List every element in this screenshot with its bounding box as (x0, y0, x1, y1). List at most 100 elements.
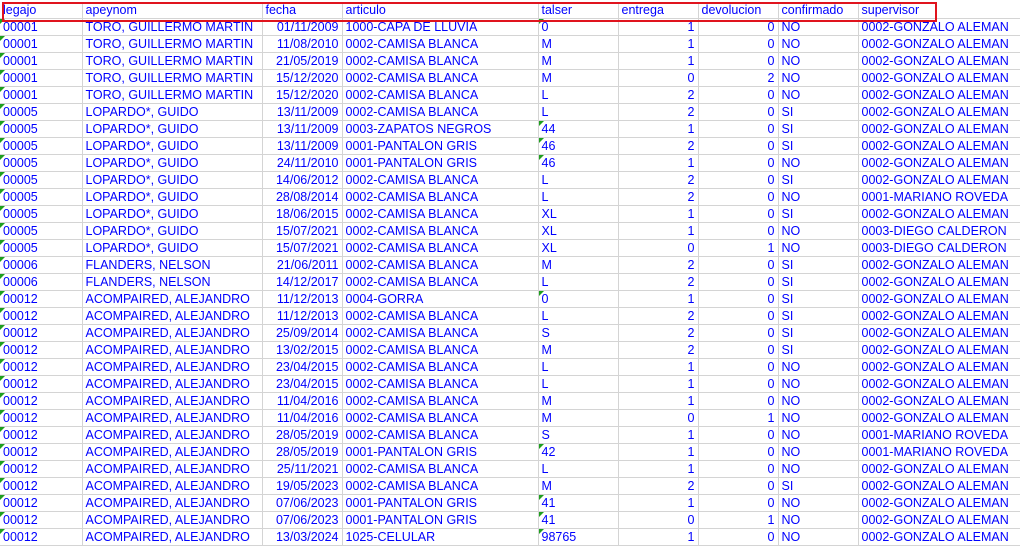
cell-confirmado[interactable]: NO (778, 443, 859, 461)
cell-fecha[interactable]: 13/03/2024 (262, 528, 343, 546)
table-row[interactable]: 00001 TORO, GUILLERMO MARTIN 11/08/2010 000… (0, 35, 1020, 53)
cell-devolucion[interactable]: 0 (698, 103, 779, 121)
cell-supervisor[interactable]: 0001-MARIANO ROVEDA (858, 426, 1020, 444)
cell-confirmado[interactable]: SI (778, 290, 859, 308)
cell-legajo[interactable]: 00012 (0, 511, 83, 529)
cell-devolucion[interactable]: 1 (698, 511, 779, 529)
cell-articulo[interactable]: 0002-CAMISA BLANCA (342, 205, 539, 223)
cell-talser[interactable]: 98765 (538, 528, 619, 546)
cell-fecha[interactable]: 15/12/2020 (262, 69, 343, 87)
cell-legajo[interactable]: 00012 (0, 358, 83, 376)
table-row[interactable]: 00012 ACOMPAIRED, ALEJANDRO 23/04/2015 0002… (0, 358, 1020, 376)
cell-supervisor[interactable]: 0002-GONZALO ALEMAN (858, 18, 1020, 36)
table-row[interactable]: 00005 LOPARDO*, GUIDO 13/11/2009 0001-PANTA… (0, 137, 1020, 155)
cell-entrega[interactable]: 0 (618, 409, 699, 427)
cell-fecha[interactable]: 23/04/2015 (262, 375, 343, 393)
cell-entrega[interactable]: 0 (618, 511, 699, 529)
cell-confirmado[interactable]: SI (778, 171, 859, 189)
table-row[interactable]: 00006 FLANDERS, NELSON 21/06/2011 0002-CAMI… (0, 256, 1020, 274)
table-row[interactable]: 00012 ACOMPAIRED, ALEJANDRO 07/06/2023 0001… (0, 494, 1020, 512)
cell-legajo[interactable]: 00005 (0, 137, 83, 155)
cell-legajo[interactable]: 00006 (0, 273, 83, 291)
cell-confirmado[interactable]: NO (778, 460, 859, 478)
cell-legajo[interactable]: 00012 (0, 426, 83, 444)
cell-articulo[interactable]: 0002-CAMISA BLANCA (342, 358, 539, 376)
cell-articulo[interactable]: 0002-CAMISA BLANCA (342, 307, 539, 325)
cell-devolucion[interactable]: 0 (698, 18, 779, 36)
cell-articulo[interactable]: 0002-CAMISA BLANCA (342, 35, 539, 53)
cell-legajo[interactable]: 00005 (0, 188, 83, 206)
cell-articulo[interactable]: 0002-CAMISA BLANCA (342, 239, 539, 257)
cell-fecha[interactable]: 11/08/2010 (262, 35, 343, 53)
cell-entrega[interactable]: 2 (618, 341, 699, 359)
cell-talser[interactable]: M (538, 477, 619, 495)
cell-fecha[interactable]: 11/12/2013 (262, 290, 343, 308)
cell-apeynom[interactable]: ACOMPAIRED, ALEJANDRO (82, 443, 263, 461)
cell-entrega[interactable]: 2 (618, 103, 699, 121)
table-row[interactable]: 00005 LOPARDO*, GUIDO 13/11/2009 0002-CAMIS… (0, 103, 1020, 121)
cell-entrega[interactable]: 1 (618, 460, 699, 478)
cell-apeynom[interactable]: FLANDERS, NELSON (82, 273, 263, 291)
cell-articulo[interactable]: 0002-CAMISA BLANCA (342, 86, 539, 104)
column-header-confirmado[interactable]: confirmado (778, 2, 859, 19)
cell-entrega[interactable]: 1 (618, 443, 699, 461)
cell-supervisor[interactable]: 0002-GONZALO ALEMAN (858, 86, 1020, 104)
table-row[interactable]: 00005 LOPARDO*, GUIDO 18/06/2015 0002-CAMIS… (0, 205, 1020, 223)
column-header-articulo[interactable]: articulo (342, 2, 539, 19)
cell-apeynom[interactable]: LOPARDO*, GUIDO (82, 205, 263, 223)
cell-apeynom[interactable]: ACOMPAIRED, ALEJANDRO (82, 375, 263, 393)
cell-devolucion[interactable]: 0 (698, 154, 779, 172)
cell-talser[interactable]: 0 (538, 18, 619, 36)
cell-fecha[interactable]: 01/11/2009 (262, 18, 343, 36)
cell-supervisor[interactable]: 0002-GONZALO ALEMAN (858, 120, 1020, 138)
cell-confirmado[interactable]: NO (778, 52, 859, 70)
cell-articulo[interactable]: 0002-CAMISA BLANCA (342, 69, 539, 87)
cell-confirmado[interactable]: NO (778, 69, 859, 87)
table-row[interactable]: 00005 LOPARDO*, GUIDO 15/07/2021 0002-CAMIS… (0, 222, 1020, 240)
cell-fecha[interactable]: 14/06/2012 (262, 171, 343, 189)
cell-fecha[interactable]: 23/04/2015 (262, 358, 343, 376)
cell-articulo[interactable]: 0002-CAMISA BLANCA (342, 341, 539, 359)
table-row[interactable]: 00005 LOPARDO*, GUIDO 13/11/2009 0003-ZAPAT… (0, 120, 1020, 138)
column-header-apeynom[interactable]: apeynom (82, 2, 263, 19)
cell-fecha[interactable]: 13/11/2009 (262, 137, 343, 155)
cell-apeynom[interactable]: TORO, GUILLERMO MARTIN (82, 69, 263, 87)
cell-articulo[interactable]: 0002-CAMISA BLANCA (342, 188, 539, 206)
cell-apeynom[interactable]: LOPARDO*, GUIDO (82, 154, 263, 172)
cell-entrega[interactable]: 2 (618, 324, 699, 342)
cell-talser[interactable]: M (538, 256, 619, 274)
cell-legajo[interactable]: 00006 (0, 256, 83, 274)
cell-legajo[interactable]: 00012 (0, 460, 83, 478)
table-row[interactable]: 00012 ACOMPAIRED, ALEJANDRO 25/09/2014 0002… (0, 324, 1020, 342)
cell-supervisor[interactable]: 0002-GONZALO ALEMAN (858, 171, 1020, 189)
cell-apeynom[interactable]: ACOMPAIRED, ALEJANDRO (82, 358, 263, 376)
cell-devolucion[interactable]: 0 (698, 86, 779, 104)
cell-confirmado[interactable]: NO (778, 239, 859, 257)
cell-legajo[interactable]: 00012 (0, 494, 83, 512)
cell-confirmado[interactable]: NO (778, 358, 859, 376)
cell-devolucion[interactable]: 0 (698, 528, 779, 546)
cell-entrega[interactable]: 1 (618, 35, 699, 53)
table-row[interactable]: 00012 ACOMPAIRED, ALEJANDRO 13/02/2015 0002… (0, 341, 1020, 359)
cell-talser[interactable]: L (538, 86, 619, 104)
cell-entrega[interactable]: 1 (618, 222, 699, 240)
cell-devolucion[interactable]: 0 (698, 120, 779, 138)
cell-entrega[interactable]: 2 (618, 86, 699, 104)
table-row[interactable]: 00005 LOPARDO*, GUIDO 24/11/2010 0001-PANTA… (0, 154, 1020, 172)
cell-legajo[interactable]: 00012 (0, 443, 83, 461)
cell-confirmado[interactable]: NO (778, 375, 859, 393)
cell-articulo[interactable]: 0002-CAMISA BLANCA (342, 324, 539, 342)
cell-talser[interactable]: 0 (538, 290, 619, 308)
cell-talser[interactable]: XL (538, 205, 619, 223)
cell-talser[interactable]: L (538, 358, 619, 376)
table-row[interactable]: 00012 ACOMPAIRED, ALEJANDRO 11/04/2016 0002… (0, 392, 1020, 410)
cell-supervisor[interactable]: 0002-GONZALO ALEMAN (858, 511, 1020, 529)
cell-legajo[interactable]: 00005 (0, 205, 83, 223)
cell-apeynom[interactable]: ACOMPAIRED, ALEJANDRO (82, 392, 263, 410)
cell-talser[interactable]: L (538, 460, 619, 478)
cell-entrega[interactable]: 1 (618, 154, 699, 172)
cell-talser[interactable]: L (538, 103, 619, 121)
cell-talser[interactable]: 44 (538, 120, 619, 138)
cell-supervisor[interactable]: 0003-DIEGO CALDERON (858, 239, 1020, 257)
cell-fecha[interactable]: 28/08/2014 (262, 188, 343, 206)
